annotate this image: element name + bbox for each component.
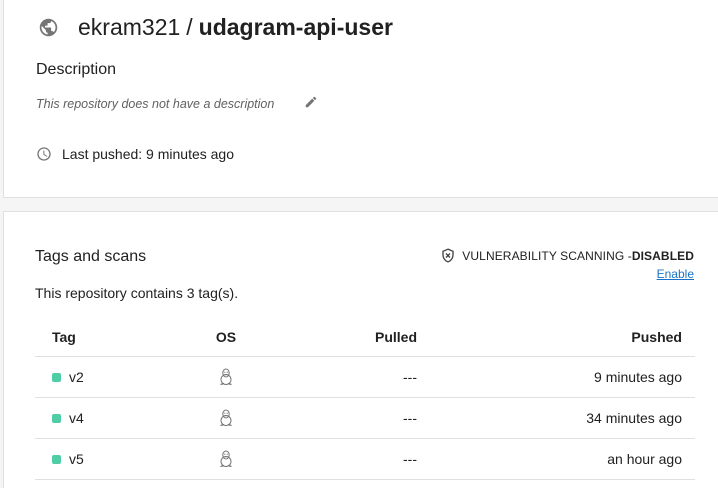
description-text: This repository does not have a descript… bbox=[36, 97, 275, 111]
shield-icon bbox=[442, 248, 454, 263]
os-cell bbox=[193, 409, 259, 427]
linux-icon bbox=[220, 368, 232, 386]
clock-icon bbox=[37, 147, 51, 161]
tags-heading: Tags and scans bbox=[35, 248, 147, 265]
vulnerability-label: VULNERABILITY SCANNING - bbox=[462, 248, 632, 263]
tags-and-scans-card: Tags and scans This repository contains … bbox=[3, 211, 718, 488]
tags-count: This repository contains 3 tag(s). bbox=[35, 285, 239, 301]
description-heading: Description bbox=[36, 61, 117, 78]
column-header-os: OS bbox=[215, 329, 237, 345]
pulled-cell: --- bbox=[403, 369, 417, 385]
repository-name: udagram-api-user bbox=[198, 14, 393, 40]
table-row: v2 --- 9 minutes ago bbox=[35, 357, 695, 398]
vulnerability-scanning-status: VULNERABILITY SCANNING - DISABLED bbox=[440, 247, 694, 264]
column-header-tag[interactable]: Tag bbox=[35, 329, 193, 345]
os-cell bbox=[193, 368, 259, 386]
pushed-cell: 9 minutes ago bbox=[594, 369, 682, 385]
globe-icon bbox=[39, 18, 58, 37]
enable-scanning-link[interactable]: Enable bbox=[657, 267, 694, 281]
tag-cell: v2 bbox=[35, 369, 193, 385]
tag-name[interactable]: v2 bbox=[69, 369, 84, 385]
tag-status-dot bbox=[52, 372, 61, 382]
repository-owner[interactable]: ekram321 bbox=[78, 14, 180, 41]
last-pushed-text: Last pushed: 9 minutes ago bbox=[62, 146, 235, 162]
tag-cell: v4 bbox=[35, 410, 193, 426]
pushed-cell: an hour ago bbox=[607, 451, 682, 467]
pushed-cell: 34 minutes ago bbox=[586, 410, 682, 426]
table-row: v5 --- an hour ago bbox=[35, 439, 695, 480]
pencil-icon[interactable] bbox=[304, 95, 318, 109]
tag-cell: v5 bbox=[35, 451, 193, 467]
pulled-cell: --- bbox=[403, 410, 417, 426]
linux-icon bbox=[220, 409, 232, 427]
column-header-pulled[interactable]: Pulled bbox=[259, 329, 417, 345]
table-row: v4 --- 34 minutes ago bbox=[35, 398, 695, 439]
repository-info-card: ekram321 / udagram-api-user Description … bbox=[3, 0, 718, 198]
tag-name[interactable]: v4 bbox=[69, 410, 84, 426]
linux-icon bbox=[220, 450, 232, 468]
pulled-cell: --- bbox=[403, 451, 417, 467]
tags-table: Tag OS Pulled Pushed v2 --- 9 minutes ag… bbox=[35, 318, 695, 480]
tag-status-dot bbox=[52, 454, 61, 464]
vulnerability-status: DISABLED bbox=[631, 248, 694, 263]
tag-status-dot bbox=[52, 413, 61, 423]
os-cell bbox=[193, 450, 259, 468]
repository-title: ekram321 / udagram-api-user bbox=[38, 14, 393, 41]
column-header-pushed[interactable]: Pushed bbox=[417, 329, 695, 345]
repository-separator: / bbox=[186, 14, 193, 40]
last-pushed: Last pushed: 9 minutes ago bbox=[36, 146, 234, 162]
tags-table-header: Tag OS Pulled Pushed bbox=[35, 318, 695, 357]
tag-name[interactable]: v5 bbox=[69, 451, 84, 467]
